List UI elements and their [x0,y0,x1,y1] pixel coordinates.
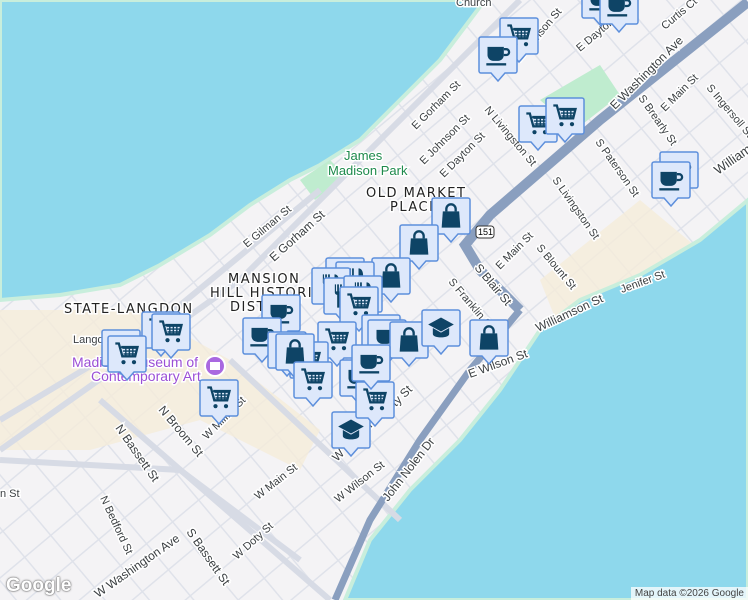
label-church: Church [456,0,491,9]
label-park: James [344,148,383,163]
label-park: Madison Park [328,163,408,178]
label-street: n St [0,488,20,500]
museum-icon-glyph [210,362,220,370]
google-logo: Google [6,575,72,596]
map-view[interactable]: Church E Johnson St E Dayton St Curtis C… [0,0,748,600]
map-attribution[interactable]: Map data ©2026 Google [630,587,748,600]
map-canvas[interactable]: Church E Johnson St E Dayton St Curtis C… [0,0,748,600]
label-district: MANSION [228,272,300,287]
label-route: 151 [478,227,493,237]
